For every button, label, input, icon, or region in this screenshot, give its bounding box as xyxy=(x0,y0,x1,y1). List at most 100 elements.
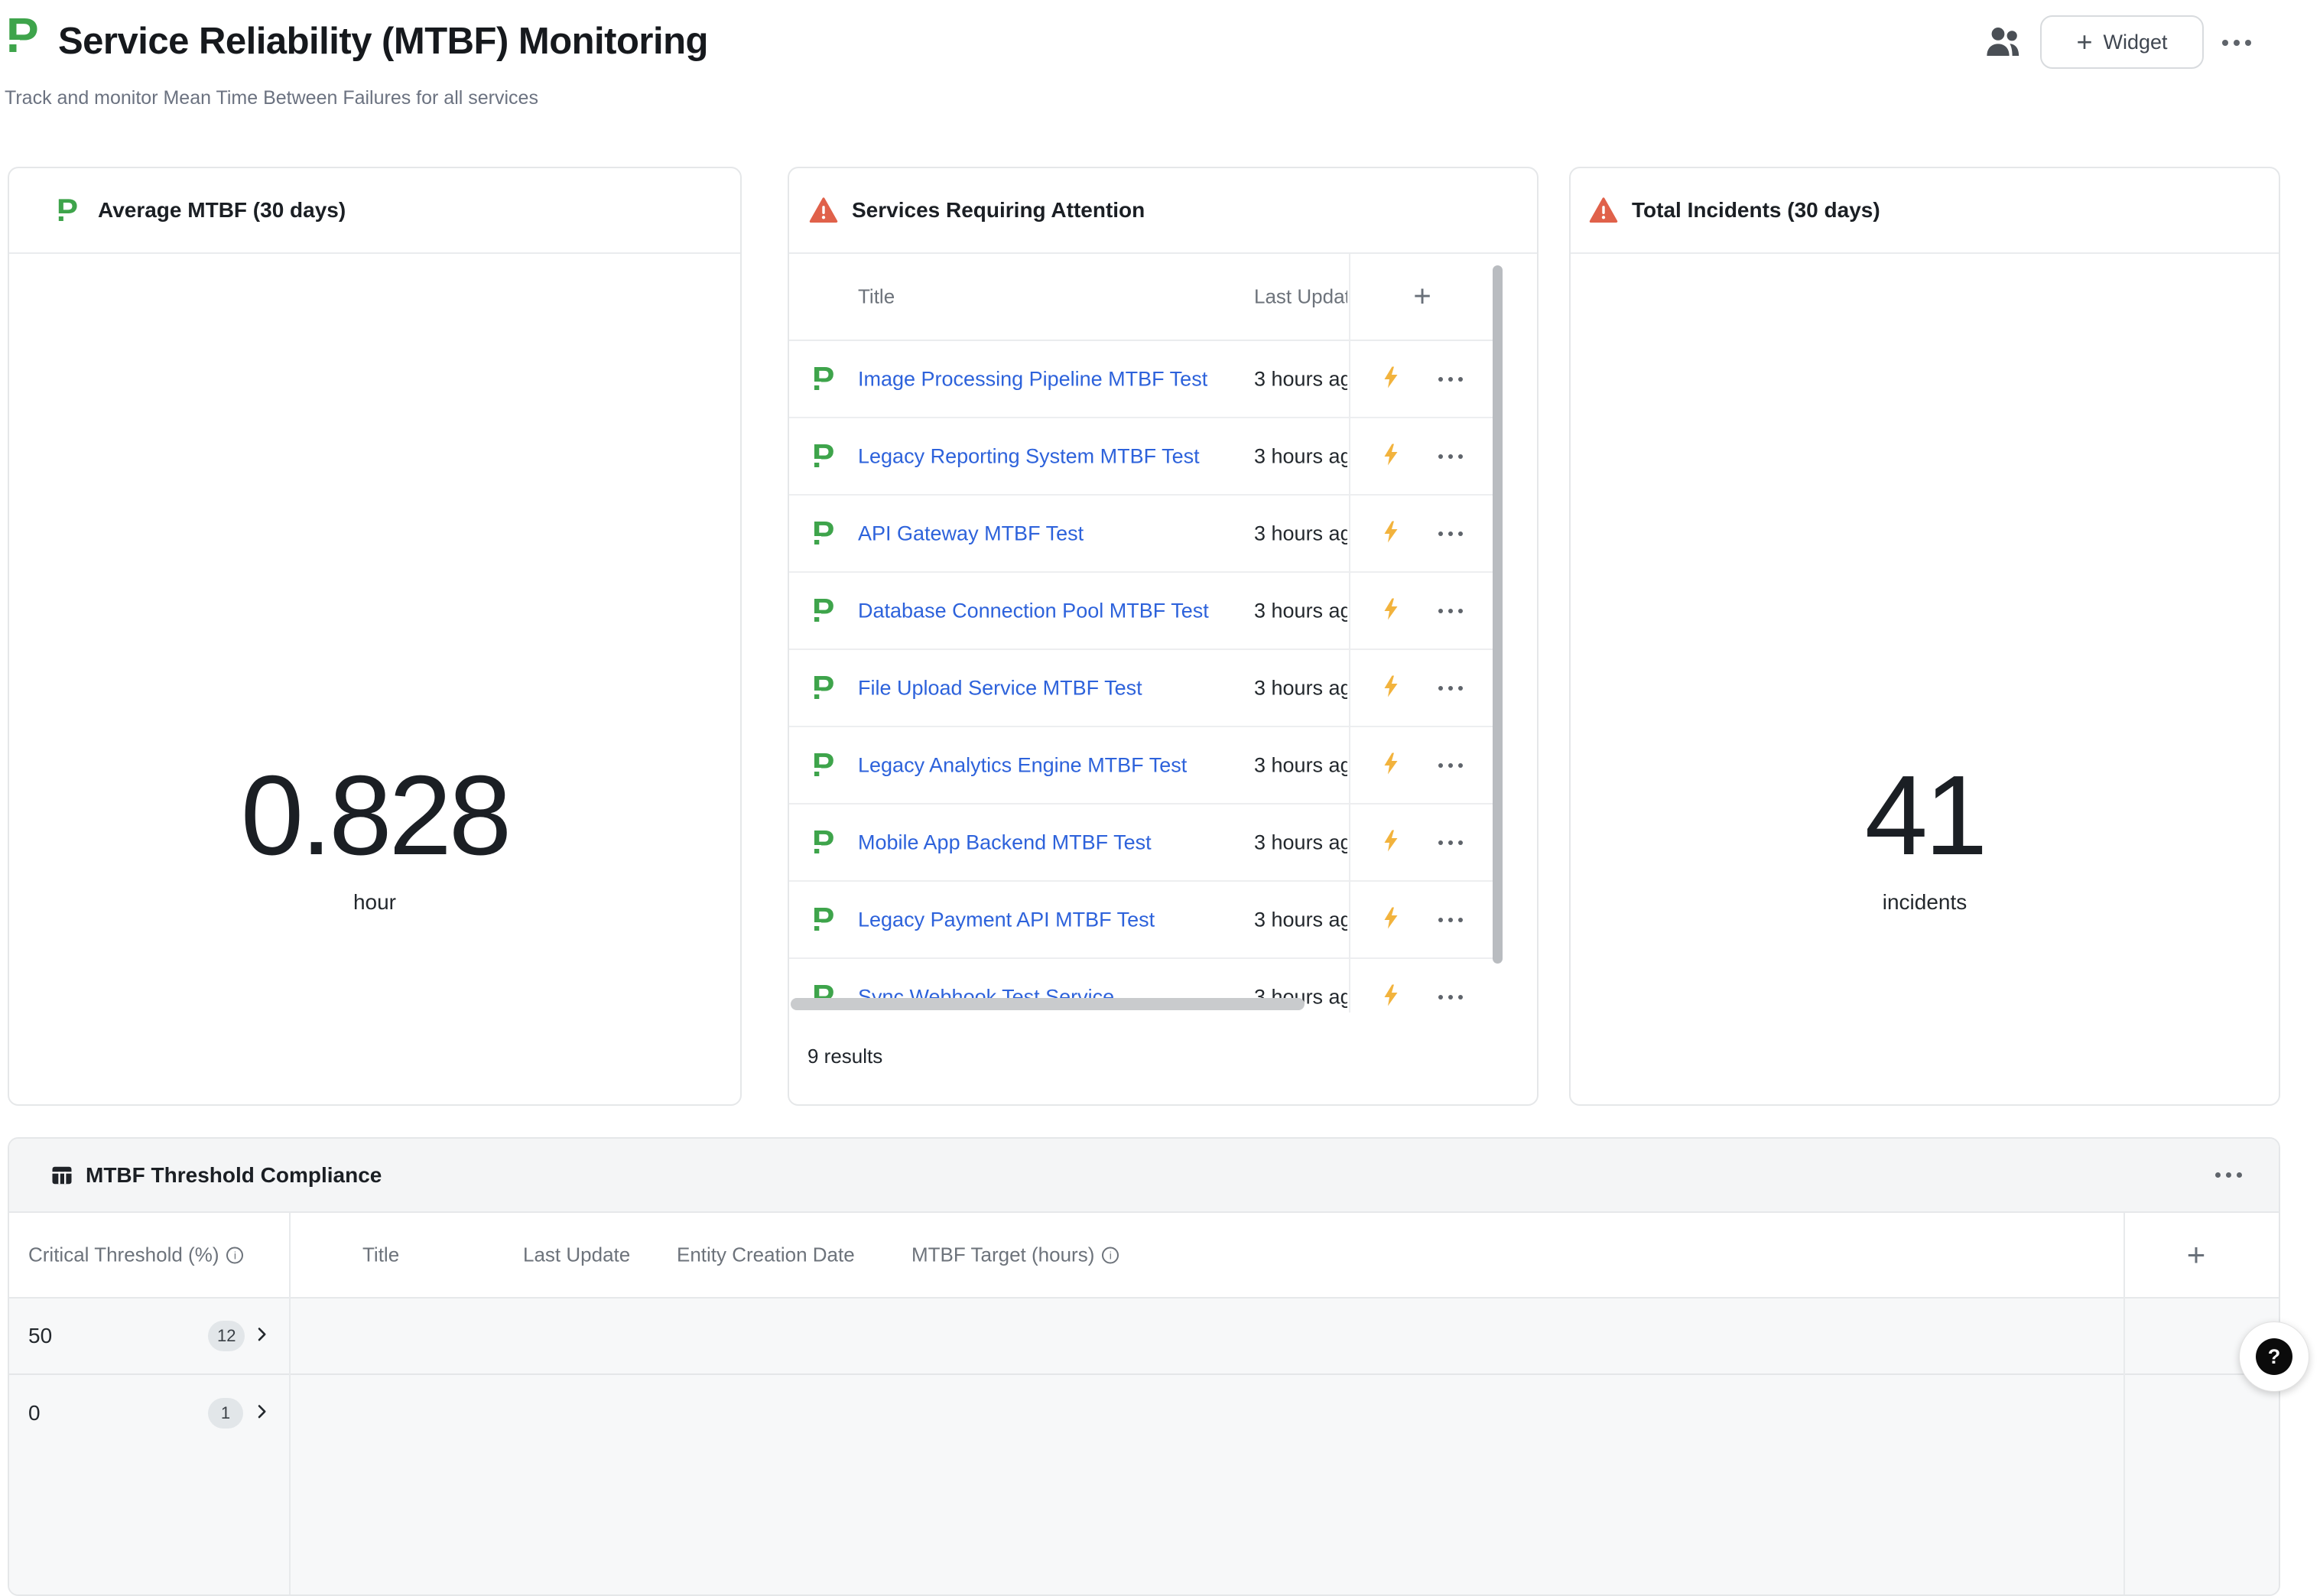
attention-table-header: Title Last Updated + xyxy=(789,254,1493,341)
automation-bolt-icon[interactable] xyxy=(1381,906,1405,933)
entity-icon: P xyxy=(812,826,834,860)
entity-icon: P xyxy=(812,517,834,551)
total-incidents-card-title: Total Incidents (30 days) xyxy=(1632,198,1880,223)
warning-icon xyxy=(1589,197,1618,223)
compliance-table-header: Critical Threshold (%) i Title Last Upda… xyxy=(9,1213,2279,1299)
question-mark-icon: ? xyxy=(2256,1338,2292,1375)
entity-icon: P xyxy=(812,749,834,782)
automation-bolt-icon[interactable] xyxy=(1381,829,1405,856)
group-row: 50 12 xyxy=(9,1299,2279,1375)
avg-mtbf-card-title: Average MTBF (30 days) xyxy=(98,198,346,223)
total-incidents-card-header: Total Incidents (30 days) xyxy=(1571,168,2279,254)
port-widget-icon: P xyxy=(57,194,78,226)
services-attention-card: Services Requiring Attention Title Last … xyxy=(788,167,1539,1106)
info-icon[interactable]: i xyxy=(1102,1247,1119,1263)
last-update-cell: 3 hours ago xyxy=(1254,831,1347,854)
mtbf-threshold-compliance-card: MTBF Threshold Compliance Critical Thres… xyxy=(8,1137,2280,1596)
info-icon[interactable]: i xyxy=(226,1247,243,1263)
group-count-badge: 12 xyxy=(208,1321,245,1351)
avg-mtbf-value: 0.828 xyxy=(9,759,740,873)
entity-link[interactable]: File Upload Service MTBF Test xyxy=(858,676,1142,700)
page-more-menu-button[interactable] xyxy=(2222,40,2251,46)
last-update-cell: 3 hours ago xyxy=(1254,599,1347,622)
attention-table-body: P Image Processing Pipeline MTBF Test 3 … xyxy=(789,341,1493,1013)
port-logo-icon: P xyxy=(6,11,39,60)
add-widget-button[interactable]: + Widget xyxy=(2040,15,2204,69)
row-menu-button[interactable] xyxy=(1438,918,1463,922)
entity-icon: P xyxy=(812,671,834,705)
entity-icon: P xyxy=(812,903,834,937)
services-attention-card-title: Services Requiring Attention xyxy=(852,198,1145,223)
automation-bolt-icon[interactable] xyxy=(1381,674,1405,701)
table-row: P Legacy Analytics Engine MTBF Test 3 ho… xyxy=(789,727,1493,805)
automation-bolt-icon[interactable] xyxy=(1381,752,1405,778)
expand-chevron-icon[interactable] xyxy=(252,1325,271,1347)
horizontal-scrollbar-thumb[interactable] xyxy=(791,998,1305,1010)
last-update-cell: 3 hours ago xyxy=(1254,522,1347,545)
table-row: P File Upload Service MTBF Test 3 hours … xyxy=(789,650,1493,727)
group-count-badge: 1 xyxy=(208,1398,243,1429)
group-value: 0 xyxy=(28,1401,41,1425)
expand-chevron-icon[interactable] xyxy=(252,1403,271,1425)
column-title: Title xyxy=(362,1243,399,1267)
row-menu-button[interactable] xyxy=(1438,454,1463,459)
row-menu-button[interactable] xyxy=(1438,377,1463,382)
row-menu-button[interactable] xyxy=(1438,763,1463,768)
add-column-button[interactable]: + xyxy=(1401,280,1444,314)
column-last-update: Last Updated xyxy=(1254,285,1347,309)
entity-link[interactable]: Image Processing Pipeline MTBF Test xyxy=(858,367,1207,391)
entity-link[interactable]: Database Connection Pool MTBF Test xyxy=(858,599,1209,622)
entity-icon: P xyxy=(812,594,834,628)
services-attention-card-header: Services Requiring Attention xyxy=(789,168,1537,254)
avg-mtbf-unit: hour xyxy=(9,890,740,915)
column-entity-creation-date: Entity Creation Date xyxy=(677,1243,855,1267)
table-row: P Image Processing Pipeline MTBF Test 3 … xyxy=(789,341,1493,418)
table-row: P API Gateway MTBF Test 3 hours ago xyxy=(789,496,1493,573)
automation-bolt-icon[interactable] xyxy=(1381,443,1405,470)
column-critical-threshold: Critical Threshold (%) i xyxy=(28,1243,243,1267)
entity-link[interactable]: Legacy Analytics Engine MTBF Test xyxy=(858,753,1187,777)
table-row: P Mobile App Backend MTBF Test 3 hours a… xyxy=(789,805,1493,882)
row-menu-button[interactable] xyxy=(1438,531,1463,536)
automation-bolt-icon[interactable] xyxy=(1381,520,1405,547)
column-title: Title xyxy=(858,285,895,309)
entity-link[interactable]: API Gateway MTBF Test xyxy=(858,522,1084,545)
total-incidents-unit: incidents xyxy=(1571,890,2279,915)
add-column-button[interactable]: + xyxy=(2166,1237,2227,1273)
row-menu-button[interactable] xyxy=(1438,840,1463,845)
table-row: P Legacy Payment API MTBF Test 3 hours a… xyxy=(789,882,1493,959)
avg-mtbf-card-header: P Average MTBF (30 days) xyxy=(9,168,740,254)
help-button[interactable]: ? xyxy=(2239,1321,2309,1392)
automation-bolt-icon[interactable] xyxy=(1381,983,1405,1010)
last-update-cell: 3 hours ago xyxy=(1254,753,1347,777)
table-row: P Database Connection Pool MTBF Test 3 h… xyxy=(789,573,1493,650)
last-update-cell: 3 hours ago xyxy=(1254,367,1347,391)
warning-icon xyxy=(809,197,838,223)
table-row: P Legacy Reporting System MTBF Test 3 ho… xyxy=(789,418,1493,496)
compliance-menu-button[interactable] xyxy=(2215,1172,2242,1178)
automation-bolt-icon[interactable] xyxy=(1381,366,1405,392)
avg-mtbf-card: P Average MTBF (30 days) 0.828 hour xyxy=(8,167,742,1106)
people-icon[interactable] xyxy=(1985,24,2022,58)
results-count: 9 results xyxy=(807,1045,882,1068)
page-subtitle: Track and monitor Mean Time Between Fail… xyxy=(5,86,538,110)
vertical-scrollbar-thumb[interactable] xyxy=(1493,265,1503,964)
column-mtbf-target: MTBF Target (hours) i xyxy=(911,1243,1119,1267)
total-incidents-value: 41 xyxy=(1571,759,2279,873)
table-icon xyxy=(50,1164,73,1187)
row-menu-button[interactable] xyxy=(1438,686,1463,691)
group-row: 0 1 xyxy=(9,1375,2279,1596)
row-menu-button[interactable] xyxy=(1438,609,1463,613)
row-menu-button[interactable] xyxy=(1438,995,1463,1000)
entity-link[interactable]: Legacy Payment API MTBF Test xyxy=(858,908,1155,931)
column-divider xyxy=(289,1213,291,1596)
page-title: Service Reliability (MTBF) Monitoring xyxy=(58,20,708,63)
group-value: 50 xyxy=(28,1324,52,1348)
entity-link[interactable]: Legacy Reporting System MTBF Test xyxy=(858,444,1200,468)
column-divider xyxy=(1349,254,1350,1013)
entity-icon: P xyxy=(812,362,834,396)
automation-bolt-icon[interactable] xyxy=(1381,597,1405,624)
entity-link[interactable]: Mobile App Backend MTBF Test xyxy=(858,831,1152,854)
entity-icon: P xyxy=(812,440,834,473)
compliance-title: MTBF Threshold Compliance xyxy=(86,1163,382,1188)
